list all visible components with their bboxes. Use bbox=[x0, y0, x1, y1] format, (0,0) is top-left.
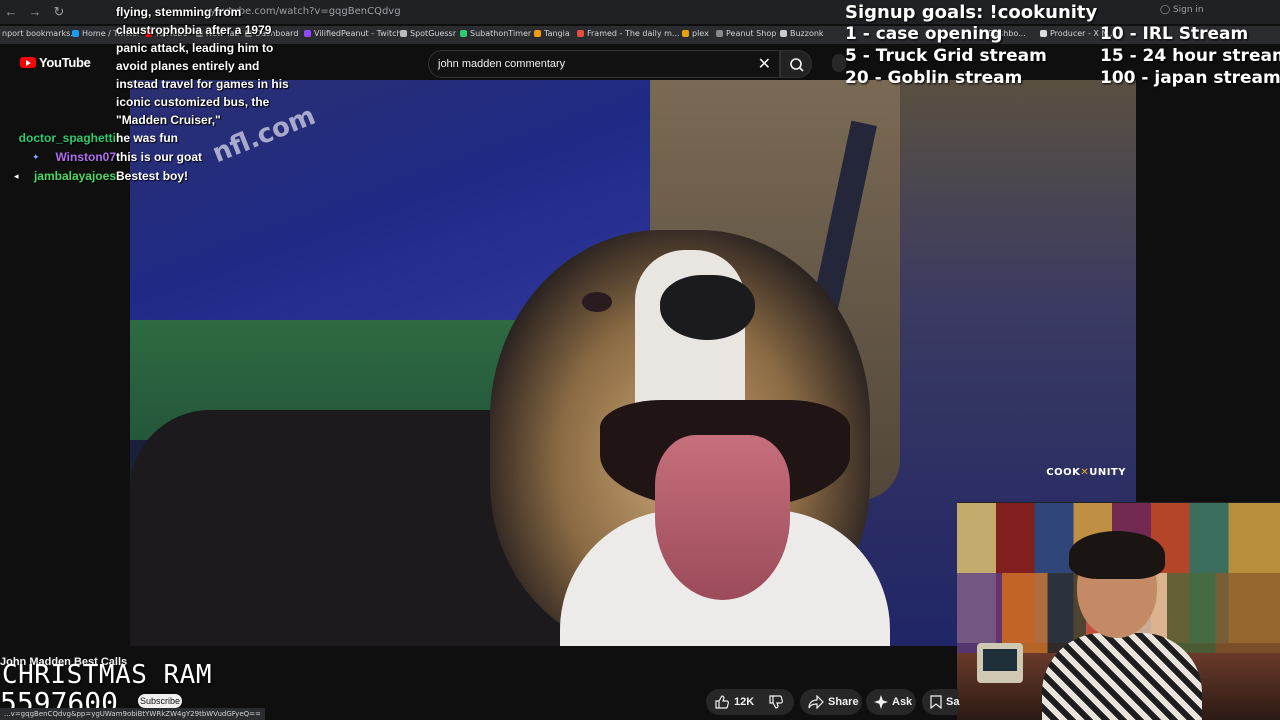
save-label: Sa bbox=[946, 696, 960, 708]
bookmark-label: nport bookmarks... bbox=[2, 29, 78, 38]
share-icon bbox=[808, 695, 824, 709]
bookmark-item[interactable]: VilifiedPeanut - Twitch bbox=[304, 29, 402, 38]
chat-message-long: flying, stemming from claustrophobia aft… bbox=[116, 5, 289, 127]
bookmark-item[interactable]: Tangia bbox=[534, 29, 570, 38]
buzzonk-icon bbox=[780, 30, 787, 37]
bookmark-label: plex bbox=[692, 29, 709, 38]
dog-eye bbox=[582, 292, 612, 312]
framed-icon bbox=[577, 30, 584, 37]
bookmark-label: SpotGuessr bbox=[410, 29, 457, 38]
dog-tongue bbox=[655, 435, 790, 600]
retro-computer bbox=[977, 643, 1023, 683]
chat-username: Winston07 bbox=[55, 150, 116, 164]
reload-icon[interactable]: ↻ bbox=[50, 3, 68, 21]
chat-username: doctor_spaghetti bbox=[18, 131, 116, 145]
twitch-icon bbox=[304, 30, 311, 37]
bookmark-item[interactable]: SpotGuessr bbox=[400, 29, 456, 38]
twitter-icon bbox=[72, 30, 79, 37]
logo-text: YouTube bbox=[39, 55, 91, 70]
forward-icon[interactable]: → bbox=[26, 3, 44, 21]
chat-message: Bestest boy! bbox=[116, 169, 189, 183]
bookmark-label: Framed - The daily m... bbox=[587, 29, 680, 38]
like-count[interactable]: 12K bbox=[734, 689, 754, 715]
like-dislike-group: 12K bbox=[706, 689, 794, 715]
share-button[interactable]: Share bbox=[800, 689, 862, 715]
youtube-logo[interactable]: YouTube bbox=[20, 55, 91, 70]
cookunity-watermark: COOK✕UNITY bbox=[1046, 467, 1126, 478]
goal-item: 100 - japan stream bbox=[1100, 68, 1280, 88]
clear-icon[interactable]: ✕ bbox=[758, 54, 771, 74]
chat-row: ◂ jambalayajoes Bestest boy! bbox=[0, 167, 290, 185]
save-button[interactable]: Sa bbox=[922, 689, 960, 715]
bookmark-label: VilifiedPeanut - Twitch bbox=[314, 29, 402, 38]
chat-row: ✦ Winston07 this is our goat bbox=[0, 148, 290, 166]
bookmark-label: Buzzonk bbox=[790, 29, 824, 38]
chat-username: jambalayajoes bbox=[33, 169, 116, 183]
dog-nose bbox=[660, 275, 755, 340]
chat-badge-icon: ✦ bbox=[32, 152, 40, 162]
chat-message: he was fun bbox=[116, 131, 179, 145]
watermark-x: ✕ bbox=[1080, 467, 1090, 478]
youtube-play-icon bbox=[20, 57, 36, 68]
goal-item: 10 - IRL Stream bbox=[1100, 24, 1249, 44]
bookmark-item[interactable]: SubathonTimer bbox=[460, 29, 531, 38]
bookmark-label: SubathonTimer bbox=[470, 29, 532, 38]
bookmark-item[interactable]: Peanut Shop bbox=[716, 29, 776, 38]
subscribe-button[interactable]: Subscribe bbox=[138, 694, 182, 708]
timer-icon bbox=[460, 30, 467, 37]
bookmark-item[interactable]: Framed - The daily m... bbox=[577, 29, 680, 38]
dislike-icon[interactable] bbox=[768, 695, 784, 709]
watermark-right: UNITY bbox=[1089, 467, 1126, 478]
chat-message: this is our goat bbox=[116, 150, 203, 164]
streamer-shirt bbox=[1042, 633, 1202, 720]
search-icon bbox=[790, 58, 804, 72]
streamer-webcam bbox=[957, 502, 1280, 720]
speaker-badge-icon: ◂ bbox=[14, 171, 19, 181]
browser-status-url: ...v=gqgBenCQdvg&pp=ygUWam9obiBtYWRkZW4g… bbox=[0, 708, 265, 720]
streamer-hair bbox=[1069, 531, 1165, 579]
search-input[interactable]: john madden commentary ✕ bbox=[428, 50, 780, 78]
bookmark-label: Peanut Shop bbox=[726, 29, 777, 38]
bookmark-icon bbox=[930, 695, 942, 709]
tangia-icon bbox=[534, 30, 541, 37]
x-icon bbox=[1040, 30, 1047, 37]
search-button[interactable] bbox=[780, 50, 812, 78]
share-label: Share bbox=[828, 696, 859, 708]
bookmark-item[interactable]: plex bbox=[682, 29, 709, 38]
watermark-left: COOK bbox=[1046, 467, 1081, 478]
sign-in-link[interactable]: ◯ Sign in bbox=[1160, 5, 1204, 15]
search-value: john madden commentary bbox=[438, 58, 566, 70]
shop-icon bbox=[716, 30, 723, 37]
ask-label: Ask bbox=[892, 696, 913, 708]
spotguessr-icon bbox=[400, 30, 407, 37]
goal-item: 1 - case opening bbox=[845, 24, 1003, 44]
goal-item: 5 - Truck Grid stream bbox=[845, 46, 1047, 66]
like-icon[interactable] bbox=[714, 695, 730, 709]
bookmark-item[interactable]: nport bookmarks... bbox=[2, 29, 78, 38]
bookmark-label: Tangia bbox=[544, 29, 570, 38]
goal-item: 15 - 24 hour stream bbox=[1100, 46, 1280, 66]
back-icon[interactable]: ← bbox=[2, 3, 20, 21]
ask-button[interactable]: Ask bbox=[866, 689, 916, 715]
signup-goals-title: Signup goals: !cookunity bbox=[845, 2, 1098, 23]
sparkle-icon bbox=[874, 695, 888, 709]
plex-icon bbox=[682, 30, 689, 37]
microphone-icon[interactable] bbox=[832, 54, 846, 72]
sign-in-label: Sign in bbox=[1172, 5, 1204, 15]
bookmark-item[interactable]: Buzzonk bbox=[780, 29, 824, 38]
goal-item: 20 - Goblin stream bbox=[845, 68, 1023, 88]
chat-row: doctor_spaghetti he was fun bbox=[0, 129, 290, 147]
